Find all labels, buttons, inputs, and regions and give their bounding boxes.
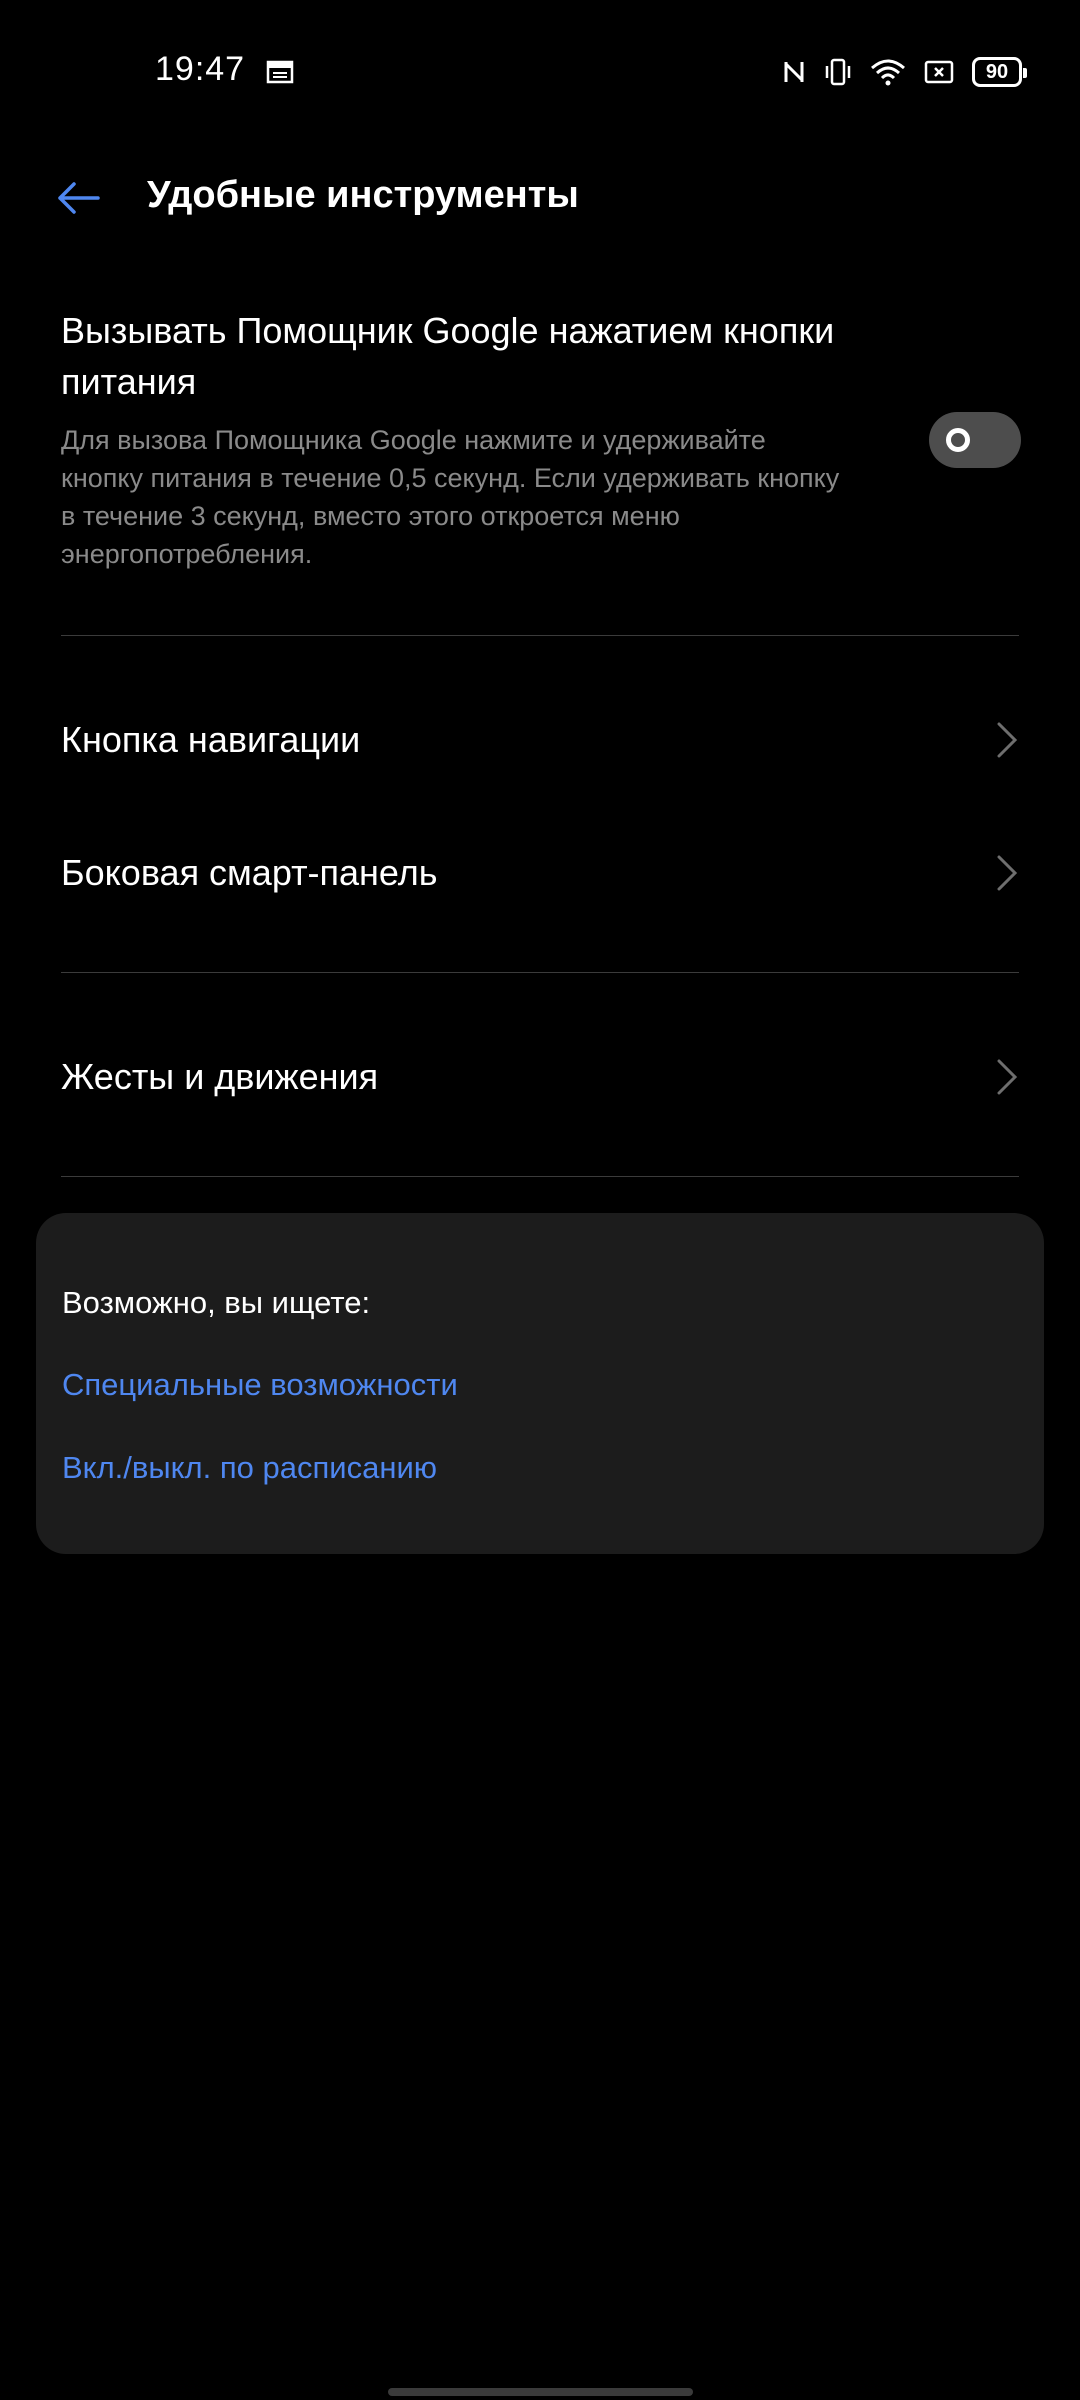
no-sim-icon xyxy=(924,59,954,85)
nav-item-label: Боковая смарт-панель xyxy=(61,852,438,893)
assistant-toggle-switch[interactable] xyxy=(929,412,1021,468)
battery-icon: 90 xyxy=(972,57,1027,87)
home-indicator[interactable] xyxy=(388,2388,693,2396)
chevron-right-icon xyxy=(995,853,1019,893)
screen: 19:47 90 Удобные инструменты Вызывать По… xyxy=(0,0,1080,2400)
nav-item-smart-sidebar[interactable]: Боковая смарт-панель xyxy=(61,823,1019,923)
vibrate-icon xyxy=(824,57,852,87)
nfc-icon xyxy=(782,58,806,86)
nav-item-navigation-button[interactable]: Кнопка навигации xyxy=(61,690,1019,790)
status-bar: 19:47 90 xyxy=(0,0,1080,140)
nav-item-label: Жесты и движения xyxy=(61,1056,379,1097)
divider xyxy=(61,972,1019,973)
suggestions-card: Возможно, вы ищете: Специальные возможно… xyxy=(36,1213,1044,1554)
calendar-icon xyxy=(266,58,294,84)
suggestion-link-accessibility[interactable]: Специальные возможности xyxy=(62,1367,458,1403)
status-time: 19:47 xyxy=(155,50,246,88)
back-button[interactable] xyxy=(50,172,106,228)
chevron-right-icon xyxy=(995,1057,1019,1097)
chevron-right-icon xyxy=(995,720,1019,760)
divider xyxy=(61,635,1019,636)
divider xyxy=(61,1176,1019,1177)
wifi-icon xyxy=(870,58,906,86)
suggestions-heading: Возможно, вы ищете: xyxy=(62,1285,371,1320)
arrow-left-icon xyxy=(54,180,102,221)
toggle-knob xyxy=(946,428,970,452)
nav-item-gestures-motions[interactable]: Жесты и движения xyxy=(61,1027,1019,1127)
status-icons: 90 xyxy=(782,52,1027,92)
setting-description: Для вызова Помощника Google нажмите и уд… xyxy=(61,425,840,569)
app-header: Удобные инструменты xyxy=(0,150,1080,250)
suggestion-link-scheduled-power[interactable]: Вкл./выкл. по расписанию xyxy=(62,1450,437,1486)
page-title: Удобные инструменты xyxy=(147,174,579,216)
setting-title: Вызывать Помощник Google нажатием кнопки… xyxy=(61,310,835,402)
nav-item-label: Кнопка навигации xyxy=(61,719,361,760)
assistant-power-button-setting[interactable]: Вызывать Помощник Google нажатием кнопки… xyxy=(61,305,1021,573)
battery-level: 90 xyxy=(985,60,1009,83)
